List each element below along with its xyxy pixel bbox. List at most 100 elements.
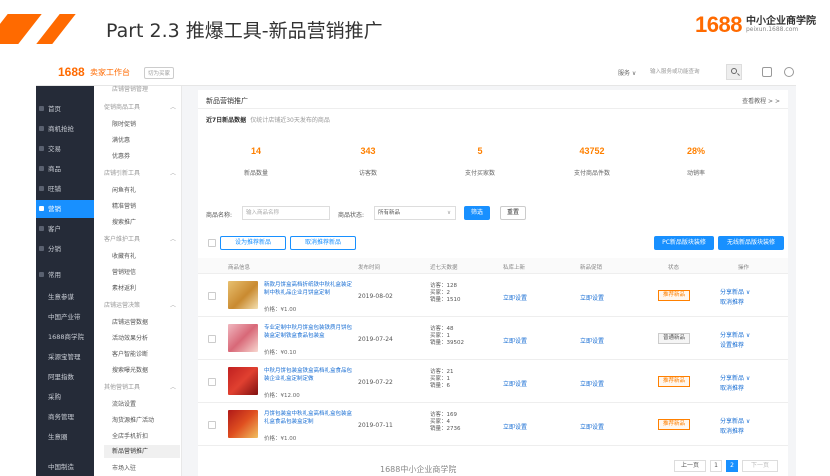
- product-name-link[interactable]: 月饼包装盒中秋礼盒高档礼盒包装盒礼盒食品包装盒定制: [264, 410, 352, 426]
- nav-item-shop[interactable]: 旺铺: [36, 180, 94, 198]
- submenu-item[interactable]: 店铺运营数据: [112, 317, 148, 326]
- submenu-item[interactable]: 限时促销: [112, 119, 136, 128]
- nav-item-sourcing[interactable]: 采源宝管理: [36, 348, 94, 366]
- submenu-group[interactable]: 店铺引新工具 ︿: [104, 168, 176, 177]
- nav-item-circle[interactable]: 生意圈: [36, 428, 94, 446]
- toggle-recommend-link[interactable]: 取消推荐: [720, 426, 744, 435]
- share-product-link[interactable]: 分享新品 ∨: [720, 330, 750, 339]
- pager-page-2[interactable]: 2: [726, 460, 738, 472]
- submenu-top-item[interactable]: 店铺营销管理: [112, 84, 148, 93]
- product-name-link[interactable]: 新款月饼盒高档折纸铁中秋礼盒装定制中秋礼品企业月饼盒定制: [264, 281, 352, 297]
- product-price: 价格：¥12.00: [264, 393, 300, 399]
- filter-button[interactable]: 筛选: [464, 206, 490, 220]
- main-nav: 首页 商机抢抢 交易 商品 旺铺 营销 客户 分销 常用 生意参谋 中国产业带 …: [36, 86, 94, 476]
- nav-item-common[interactable]: 常用: [36, 266, 94, 284]
- product-thumbnail[interactable]: [228, 367, 258, 395]
- submenu-item[interactable]: 营销短信: [112, 267, 136, 276]
- chevron-up-icon: ︿: [170, 384, 177, 391]
- submenu-item[interactable]: 收藏有礼: [112, 251, 136, 260]
- submenu-item[interactable]: 优惠券: [112, 151, 130, 160]
- row-checkbox[interactable]: [208, 292, 216, 300]
- name-filter-input[interactable]: 输入商品名称: [242, 206, 330, 220]
- publish-date: 2019-07-22: [358, 379, 393, 386]
- promotion-set-link[interactable]: 立即设置: [580, 293, 604, 302]
- share-product-link[interactable]: 分享新品 ∨: [720, 416, 750, 425]
- product-name-link[interactable]: 中秋月饼包装盒铁盒高档礼盒食品包装企业礼盒定制定做: [264, 367, 352, 383]
- share-product-link[interactable]: 分享新品 ∨: [720, 287, 750, 296]
- nav-item-home[interactable]: 首页: [36, 100, 94, 118]
- submenu-item[interactable]: 搜索曝光数据: [112, 365, 148, 374]
- pager-page-1[interactable]: 1: [710, 460, 722, 472]
- search-button[interactable]: [726, 64, 742, 80]
- nav-item-opportunity[interactable]: 商机抢抢: [36, 120, 94, 138]
- footer-text: 1688中小企业商学院: [380, 465, 457, 474]
- nav-item-customer[interactable]: 客户: [36, 220, 94, 238]
- nav-icon: [39, 146, 44, 151]
- nav-item-academy[interactable]: 1688商学院: [36, 328, 94, 346]
- workbench-logo[interactable]: 1688: [58, 65, 85, 79]
- nav-item-industry-belt[interactable]: 中国产业带: [36, 308, 94, 326]
- brand-url: peixun.1688.com: [746, 26, 799, 34]
- row-checkbox[interactable]: [208, 378, 216, 386]
- set-recommend-button[interactable]: 设为推荐新品: [220, 236, 286, 250]
- switch-buyer-button[interactable]: 切为买家: [144, 67, 175, 79]
- nav-item-marketing[interactable]: 营销: [36, 200, 94, 218]
- message-icon[interactable]: [762, 67, 772, 77]
- submenu-item-active[interactable]: 新品营销推广: [104, 445, 180, 458]
- toggle-recommend-link[interactable]: 取消推荐: [720, 297, 744, 306]
- submenu-item[interactable]: 全店手机折扣: [112, 431, 148, 440]
- settings-icon[interactable]: [784, 67, 794, 77]
- submenu-group[interactable]: 促销商品工具 ︿: [104, 102, 176, 111]
- share-product-link[interactable]: 分享新品 ∨: [720, 373, 750, 382]
- row-checkbox[interactable]: [208, 335, 216, 343]
- select-all-checkbox[interactable]: [208, 239, 216, 247]
- promotion-set-link[interactable]: 立即设置: [580, 379, 604, 388]
- submenu-item[interactable]: 市场入驻: [112, 463, 136, 472]
- nav-item-ali-index[interactable]: 阿里指数: [36, 368, 94, 386]
- nav-item-goods[interactable]: 商品: [36, 160, 94, 178]
- nav-item-business-advisor[interactable]: 生意参谋: [36, 288, 94, 306]
- search-type-select[interactable]: 服务 ∨: [618, 68, 636, 77]
- toggle-recommend-link[interactable]: 取消推荐: [720, 383, 744, 392]
- nav-icon: [39, 206, 44, 211]
- reset-button[interactable]: 重置: [500, 206, 526, 220]
- row-checkbox[interactable]: [208, 421, 216, 429]
- toggle-recommend-link[interactable]: 设置推荐: [720, 340, 744, 349]
- wireless-decorate-button[interactable]: 无线新品版块装修: [718, 236, 784, 250]
- pager-next-button[interactable]: 下一页: [742, 460, 778, 472]
- private-library-set-link[interactable]: 立即设置: [503, 336, 527, 345]
- submenu-item[interactable]: 精准营销: [112, 201, 136, 210]
- name-filter-label: 商品名称:: [206, 212, 233, 219]
- status-filter-select[interactable]: 所有新品 ∨: [374, 206, 456, 220]
- product-thumbnail[interactable]: [228, 410, 258, 438]
- product-name-link[interactable]: 专业定制中秋月饼盒包装铁质月饼包装盒定制铁盒食品包装盒: [264, 324, 352, 340]
- nav-item-made-in-china[interactable]: 中国制造: [36, 458, 94, 476]
- tutorial-link[interactable]: 查看教程 > >: [742, 96, 780, 105]
- submenu-item[interactable]: 满优惠: [112, 135, 130, 144]
- pager-prev-button[interactable]: 上一页: [674, 460, 706, 472]
- promotion-set-link[interactable]: 立即设置: [580, 422, 604, 431]
- submenu-group[interactable]: 店铺运营决策 ︿: [104, 300, 176, 309]
- submenu-item[interactable]: 素材返利: [112, 283, 136, 292]
- submenu-item[interactable]: 客户智能诊断: [112, 349, 148, 358]
- private-library-set-link[interactable]: 立即设置: [503, 293, 527, 302]
- submenu-group[interactable]: 其他营销工具 ︿: [104, 382, 176, 391]
- cancel-recommend-button[interactable]: 取消推荐新品: [290, 236, 356, 250]
- private-library-set-link[interactable]: 立即设置: [503, 379, 527, 388]
- private-library-set-link[interactable]: 立即设置: [503, 422, 527, 431]
- nav-item-purchase[interactable]: 采购: [36, 388, 94, 406]
- submenu-group[interactable]: 客户维护工具 ︿: [104, 234, 176, 243]
- nav-item-business-mgmt[interactable]: 商务管理: [36, 408, 94, 426]
- nav-item-trade[interactable]: 交易: [36, 140, 94, 158]
- submenu-item[interactable]: 闲鱼有礼: [112, 185, 136, 194]
- product-thumbnail[interactable]: [228, 281, 258, 309]
- pc-decorate-button[interactable]: PC新品版块装修: [654, 236, 714, 250]
- submenu-item[interactable]: 淘货源推广活动: [112, 415, 154, 424]
- submenu-item[interactable]: 流站设置: [112, 399, 136, 408]
- product-thumbnail[interactable]: [228, 324, 258, 352]
- promotion-set-link[interactable]: 立即设置: [580, 336, 604, 345]
- search-input[interactable]: 输入服务或功能查询: [648, 65, 726, 79]
- submenu-item[interactable]: 活动效果分析: [112, 333, 148, 342]
- nav-item-distribution[interactable]: 分销: [36, 240, 94, 258]
- submenu-item[interactable]: 搜索推广: [112, 217, 136, 226]
